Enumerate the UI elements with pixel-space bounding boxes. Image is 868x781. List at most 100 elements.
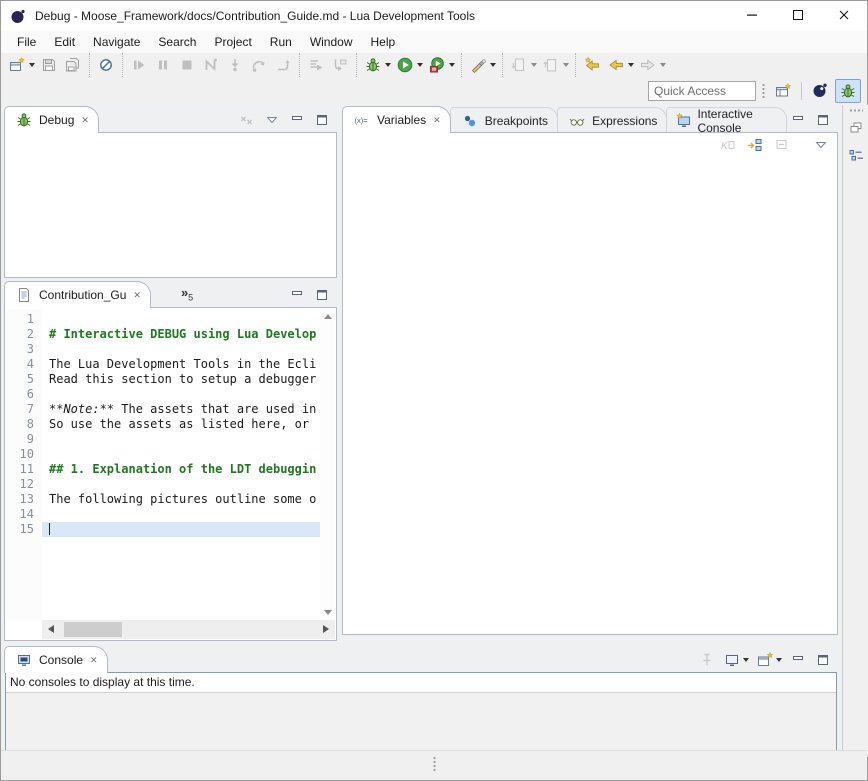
toolbar-drag-handle[interactable] <box>762 83 765 99</box>
window-maximize-button[interactable] <box>775 1 821 31</box>
view-menu-icon-button[interactable] <box>261 112 283 128</box>
perspective-button-lua[interactable] <box>808 79 832 101</box>
dropdown-caret-icon[interactable] <box>531 63 537 67</box>
tab-expressions[interactable]: Expressions <box>557 107 667 133</box>
coverage-icon-button[interactable] <box>425 55 457 75</box>
statusbar-drag-handle[interactable] <box>433 756 436 771</box>
menu-item-help[interactable]: Help <box>362 31 405 53</box>
menu-item-project[interactable]: Project <box>205 31 260 53</box>
scroll-left-icon[interactable] <box>48 625 54 633</box>
editor-text-area[interactable]: # Interactive DEBUG using Lua DevelopThe… <box>42 309 320 620</box>
editor-line-11: ## 1. Explanation of the LDT debuggin <box>42 462 320 477</box>
show-type-names-icon: K <box>718 135 738 155</box>
line-number: 5 <box>6 372 42 387</box>
toolbar-group <box>575 53 668 77</box>
save-all-icon <box>63 55 83 75</box>
external-tools-icon-button[interactable] <box>466 55 498 75</box>
dropdown-caret-icon[interactable] <box>29 63 35 67</box>
next-annotation-icon-button <box>507 55 539 75</box>
window-close-button[interactable] <box>821 1 867 31</box>
editor-horizontal-scrollbar[interactable] <box>42 620 335 639</box>
minimized-views <box>844 118 868 166</box>
last-edit-location-icon-button[interactable] <box>580 55 604 75</box>
tab-editor-contribution-guide[interactable]: Contribution_Gu ✕ <box>4 281 151 308</box>
view-menu-icon-button[interactable] <box>809 135 833 155</box>
line-number: 14 <box>6 507 42 522</box>
menu-item-navigate[interactable]: Navigate <box>84 31 149 53</box>
tab-close-icon[interactable]: ✕ <box>433 116 441 125</box>
editor-line-12 <box>42 477 320 492</box>
new-wizard-icon-button[interactable] <box>5 55 37 75</box>
panel-min-icon-button[interactable] <box>286 112 308 128</box>
dropdown-caret-icon[interactable] <box>385 63 391 67</box>
perspective-switcher <box>808 79 861 103</box>
more-editors-chevron[interactable]: »5 <box>181 285 193 303</box>
line-number: 7 <box>6 402 42 417</box>
panel-max-icon <box>313 287 331 303</box>
dropdown-caret-icon[interactable] <box>449 63 455 67</box>
tab-interactive-console[interactable]: Interactive Console <box>666 107 787 133</box>
editor-line-8: So use the assets as listed here, or <box>42 417 320 432</box>
dropdown-caret-icon[interactable] <box>743 658 749 662</box>
line-number: 8 <box>6 417 42 432</box>
dropdown-caret-icon[interactable] <box>417 63 423 67</box>
menu-item-run[interactable]: Run <box>261 31 301 53</box>
panel-max-icon-button[interactable] <box>311 112 333 128</box>
panel-max-icon-button[interactable] <box>812 112 834 128</box>
tab-debug[interactable]: Debug ✕ <box>4 106 99 133</box>
window-minimize-button[interactable] <box>729 1 775 31</box>
suspend-icon <box>153 55 173 75</box>
variables-content: K <box>342 132 838 635</box>
perspective-button-debug[interactable] <box>835 79 861 103</box>
menu-item-search[interactable]: Search <box>149 31 205 53</box>
use-step-filters-icon <box>306 55 326 75</box>
skip-all-breakpoints-icon-button[interactable] <box>94 55 118 75</box>
external-tools-icon <box>468 55 488 75</box>
panel-min-icon-button[interactable] <box>787 652 809 668</box>
scrollbar-thumb[interactable] <box>64 622 122 637</box>
menu-item-window[interactable]: Window <box>301 31 362 53</box>
run-icon-button[interactable] <box>393 55 425 75</box>
tab-variables[interactable]: (x)=Variables✕ <box>342 106 451 133</box>
panel-min-icon-button[interactable] <box>286 287 308 303</box>
outline-view-icon-button[interactable] <box>844 146 868 166</box>
editor-line-9 <box>42 432 320 447</box>
open-perspective-button[interactable] <box>771 80 795 102</box>
tab-debug-close-icon[interactable]: ✕ <box>81 116 89 125</box>
restore-views-icon-button[interactable] <box>844 118 868 138</box>
dropdown-caret-icon[interactable] <box>628 63 634 67</box>
display-selected-console-icon-button[interactable] <box>721 652 751 668</box>
editor-tab-close-icon[interactable]: ✕ <box>133 291 141 300</box>
debug-icon-button[interactable] <box>361 55 393 75</box>
panel-min-icon-button[interactable] <box>787 112 809 128</box>
console-tab-close-icon[interactable]: ✕ <box>90 656 98 665</box>
skip-all-breakpoints-icon <box>96 55 116 75</box>
line-number: 9 <box>6 432 42 447</box>
scroll-up-icon[interactable] <box>324 314 332 319</box>
back-icon-button[interactable] <box>604 55 636 75</box>
forward-icon <box>638 55 658 75</box>
scroll-down-icon[interactable] <box>324 610 332 615</box>
dropdown-caret-icon[interactable] <box>490 63 496 67</box>
console-content: No consoles to display at this time. <box>5 672 837 752</box>
tab-debug-label: Debug <box>39 113 74 127</box>
show-logical-structures-icon-button[interactable] <box>743 135 767 155</box>
trim-drag-handle[interactable] <box>849 109 863 112</box>
disconnect-icon <box>201 55 221 75</box>
editor-vertical-scrollbar[interactable] <box>320 309 335 620</box>
panel-max-icon-button[interactable] <box>812 652 834 668</box>
dropdown-caret-icon[interactable] <box>776 658 782 662</box>
scroll-right-icon[interactable] <box>323 625 329 633</box>
quick-access-input[interactable] <box>648 81 756 101</box>
open-console-icon-button[interactable] <box>754 652 784 668</box>
tab-console[interactable]: Console ✕ <box>4 646 108 673</box>
menu-item-edit[interactable]: Edit <box>45 31 84 53</box>
lua-perspective-icon <box>810 80 830 100</box>
dropdown-caret-icon[interactable] <box>660 63 666 67</box>
line-number: 11 <box>6 462 42 477</box>
menu-item-file[interactable]: File <box>8 31 45 53</box>
dropdown-caret-icon[interactable] <box>563 63 569 67</box>
tab-breakpoints[interactable]: Breakpoints <box>450 107 558 133</box>
step-over-icon <box>249 55 269 75</box>
panel-max-icon-button[interactable] <box>311 287 333 303</box>
